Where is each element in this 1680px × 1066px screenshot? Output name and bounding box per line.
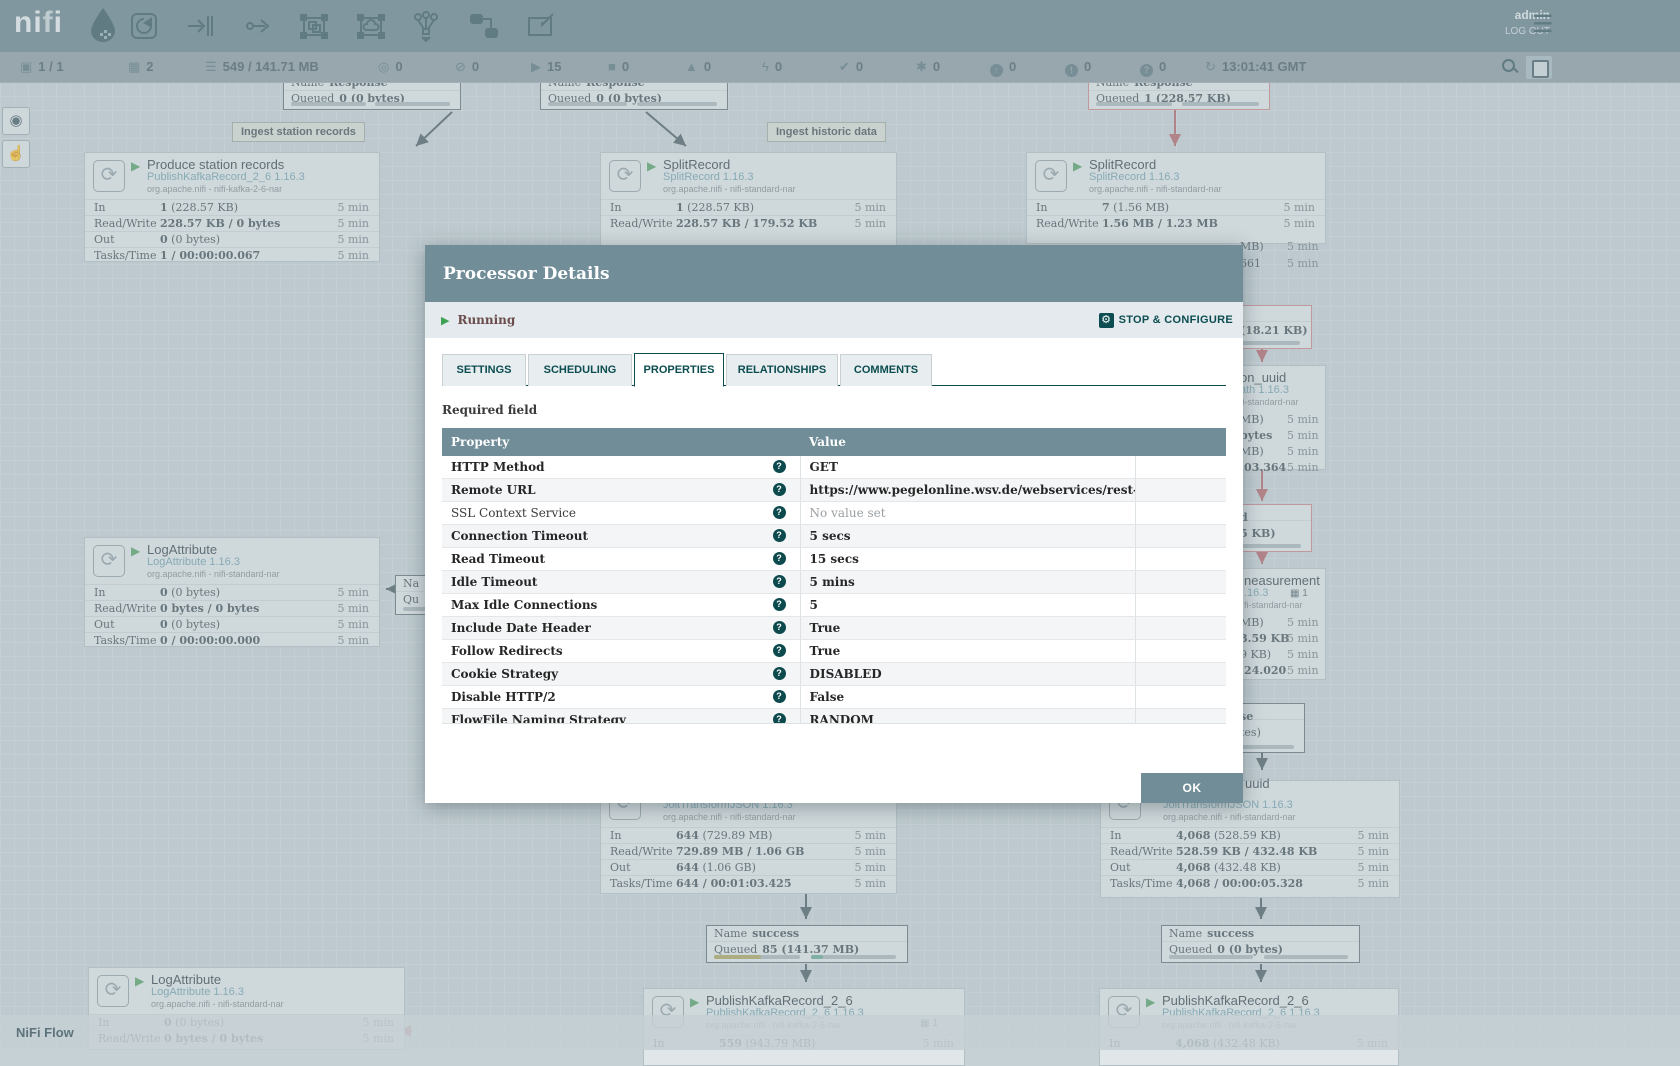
- filler-cell: [1135, 686, 1226, 708]
- tab-settings[interactable]: SETTINGS: [442, 354, 526, 386]
- filler-cell: [1135, 502, 1226, 524]
- tab-comments[interactable]: COMMENTS: [840, 354, 932, 386]
- property-name: SSL Context Service?: [442, 502, 800, 524]
- properties-table-header: Property Value: [442, 428, 1226, 456]
- filler-cell: [1135, 456, 1226, 478]
- running-icon: ▶: [441, 314, 449, 327]
- filler-cell: [1135, 548, 1226, 570]
- run-state-label: Running: [457, 313, 515, 327]
- help-icon[interactable]: ?: [773, 690, 786, 703]
- help-icon[interactable]: ?: [773, 460, 786, 473]
- filler-cell: [1135, 571, 1226, 593]
- property-value: False: [800, 686, 1136, 708]
- stop-configure-button[interactable]: ⚙ STOP & CONFIGURE: [1099, 313, 1233, 328]
- help-icon[interactable]: ?: [773, 506, 786, 519]
- properties-table: Property Value HTTP Method?GETRemote URL…: [442, 428, 1226, 724]
- property-name: Remote URL?: [442, 479, 800, 501]
- filler-cell: [1135, 640, 1226, 662]
- property-value: 5 mins: [800, 571, 1136, 593]
- property-row: FlowFile Naming Strategy?RANDOM: [442, 709, 1226, 724]
- property-name: Include Date Header?: [442, 617, 800, 639]
- property-value: No value set: [800, 502, 1136, 524]
- property-row: Disable HTTP/2?False: [442, 686, 1226, 709]
- property-value: https://www.pegelonline.wsv.de/webservic…: [800, 479, 1136, 501]
- property-row: Cookie Strategy?DISABLED: [442, 663, 1226, 686]
- property-name: Cookie Strategy?: [442, 663, 800, 685]
- help-icon[interactable]: ?: [773, 598, 786, 611]
- property-value: GET: [800, 456, 1136, 478]
- property-name: Follow Redirects?: [442, 640, 800, 662]
- dialog-header: Processor Details: [425, 245, 1243, 302]
- property-value: 15 secs: [800, 548, 1136, 570]
- property-value: DISABLED: [800, 663, 1136, 685]
- required-field-note: Required field: [442, 403, 1226, 417]
- property-row: Follow Redirects?True: [442, 640, 1226, 663]
- filler-cell: [1135, 709, 1226, 724]
- filler-cell: [1135, 663, 1226, 685]
- dialog-tabbar: SETTINGSSCHEDULINGPROPERTIESRELATIONSHIP…: [442, 352, 1226, 386]
- property-value: 5: [800, 594, 1136, 616]
- property-name: Disable HTTP/2?: [442, 686, 800, 708]
- property-name: Read Timeout?: [442, 548, 800, 570]
- help-icon[interactable]: ?: [773, 644, 786, 657]
- property-value: RANDOM: [800, 709, 1136, 724]
- property-value: 5 secs: [800, 525, 1136, 547]
- filler-cell: [1135, 617, 1226, 639]
- property-row: Read Timeout?15 secs: [442, 548, 1226, 571]
- gear-icon: ⚙: [1099, 313, 1114, 328]
- ok-button[interactable]: OK: [1141, 773, 1243, 803]
- help-icon[interactable]: ?: [773, 575, 786, 588]
- processor-status-strip: ▶ Running ⚙ STOP & CONFIGURE: [425, 302, 1243, 338]
- processor-details-dialog: Processor Details ▶ Running ⚙ STOP & CON…: [425, 245, 1243, 803]
- property-row: Remote URL?https://www.pegelonline.wsv.d…: [442, 479, 1226, 502]
- property-value: True: [800, 640, 1136, 662]
- property-row: Max Idle Connections?5: [442, 594, 1226, 617]
- help-icon[interactable]: ?: [773, 713, 786, 724]
- tab-relationships[interactable]: RELATIONSHIPS: [726, 354, 838, 386]
- property-row: SSL Context Service?No value set: [442, 502, 1226, 525]
- property-value: True: [800, 617, 1136, 639]
- property-row: Connection Timeout?5 secs: [442, 525, 1226, 548]
- help-icon[interactable]: ?: [773, 621, 786, 634]
- property-name: Connection Timeout?: [442, 525, 800, 547]
- filler-cell: [1135, 594, 1226, 616]
- tab-scheduling[interactable]: SCHEDULING: [528, 354, 632, 386]
- help-icon[interactable]: ?: [773, 667, 786, 680]
- tab-properties[interactable]: PROPERTIES: [634, 353, 724, 387]
- property-row: HTTP Method?GET: [442, 456, 1226, 479]
- filler-cell: [1135, 479, 1226, 501]
- property-row: Idle Timeout?5 mins: [442, 571, 1226, 594]
- property-name: Idle Timeout?: [442, 571, 800, 593]
- help-icon[interactable]: ?: [773, 529, 786, 542]
- value-column-header: Value: [800, 428, 1136, 456]
- dialog-title: Processor Details: [443, 264, 610, 284]
- property-name: FlowFile Naming Strategy?: [442, 709, 800, 724]
- filler-cell: [1135, 525, 1226, 547]
- property-name: Max Idle Connections?: [442, 594, 800, 616]
- property-column-header: Property: [442, 428, 800, 456]
- property-row: Include Date Header?True: [442, 617, 1226, 640]
- help-icon[interactable]: ?: [773, 483, 786, 496]
- help-icon[interactable]: ?: [773, 552, 786, 565]
- property-name: HTTP Method?: [442, 456, 800, 478]
